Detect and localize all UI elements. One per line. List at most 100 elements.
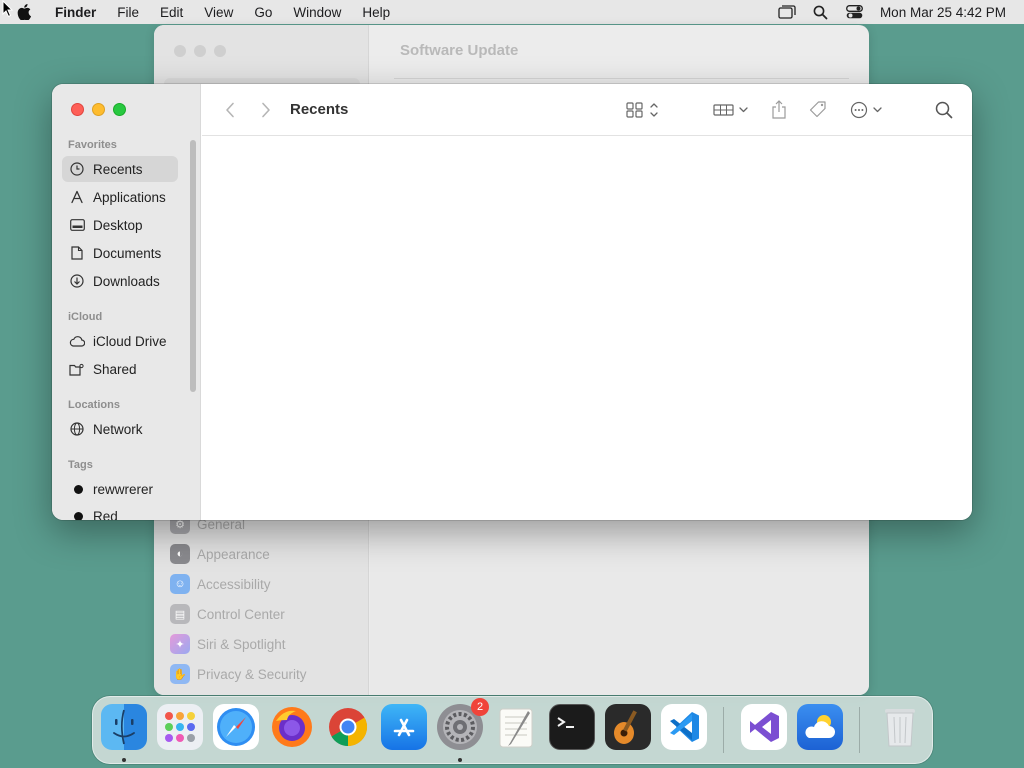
sidebar-item-applications[interactable]: Applications [62,184,178,210]
settings-item-appearance[interactable]: ◐ Appearance [170,539,360,569]
search-icon [935,101,953,119]
window-title: Recents [290,101,349,118]
finder-face-icon [113,709,135,745]
vscode-icon [670,712,699,742]
dock-safari[interactable] [213,704,259,750]
screen-mirroring-icon[interactable] [770,5,804,19]
settings-item-siri-spotlight[interactable]: ✦ Siri & Spotlight [170,629,360,659]
dock-launchpad[interactable] [157,704,203,750]
sidebar-item-icloud-drive[interactable]: iCloud Drive [62,328,178,354]
apple-menu-icon[interactable] [17,4,39,20]
menu-edit[interactable]: Edit [160,5,183,20]
settings-main-pane [370,520,869,695]
dock-chrome[interactable] [325,704,371,750]
sidebar-item-label: Downloads [93,273,160,289]
share-button[interactable] [768,98,790,122]
dock-separator [859,707,860,753]
sidebar-item-label: Desktop [93,217,143,233]
settings-item-label: Appearance [197,546,270,562]
sidebar-item-label: Documents [93,245,162,261]
cloud-icon [69,333,85,349]
settings-divider [394,78,849,79]
running-indicator [458,758,462,762]
sidebar-item-recents[interactable]: Recents [62,156,178,182]
sidebar-item-network[interactable]: Network [62,416,178,442]
appearance-icon: ◐ [170,544,190,564]
dock-textedit[interactable] [493,704,539,750]
sidebar-item-documents[interactable]: Documents [62,240,178,266]
app-menu-finder[interactable]: Finder [55,5,96,20]
close-button[interactable] [71,103,84,116]
section-favorites: Favorites [68,139,117,151]
dock-app-store[interactable] [381,704,427,750]
settings-window-title: Software Update [400,42,519,59]
menu-window[interactable]: Window [293,5,341,20]
control-center-icon[interactable] [838,5,872,19]
sidebar-item-tag-rewwrerer[interactable]: rewwrerer [62,476,178,502]
settings-zoom-button[interactable] [214,45,226,57]
ellipsis-circle-icon [850,101,882,119]
settings-item-label: Control Center [197,606,285,622]
view-mode-button[interactable] [624,98,664,122]
dock-system-settings[interactable]: 2 [437,698,489,750]
sidebar-item-desktop[interactable]: Desktop [62,212,178,238]
accessibility-icon: ☺ [170,574,190,594]
settings-item-accessibility[interactable]: ☺ Accessibility [170,569,360,599]
siri-icon: ✦ [170,634,190,654]
sidebar-item-downloads[interactable]: Downloads [62,268,178,294]
tag-dot-icon [74,511,83,520]
trash-icon [885,709,915,747]
forward-button[interactable] [256,100,276,120]
menu-file[interactable]: File [117,5,139,20]
back-button[interactable] [220,100,240,120]
clock-icon [69,161,85,177]
finder-sidebar: Favorites Recents Applications Desktop D… [52,84,201,520]
settings-close-button[interactable] [174,45,186,57]
spotlight-search-icon[interactable] [804,5,838,20]
dock-trash[interactable] [877,704,923,750]
dock-firefox[interactable] [269,704,315,750]
terminal-prompt-icon [557,717,574,728]
file-content-area[interactable] [202,137,972,520]
dock-weather[interactable] [797,704,843,750]
sidebar-item-label: Recents [93,161,143,177]
sidebar-item-shared[interactable]: Shared [62,356,178,382]
sidebar-scrollbar[interactable] [190,140,196,392]
running-indicator [122,758,126,762]
group-by-button[interactable] [712,98,752,122]
zoom-button[interactable] [113,103,126,116]
dock-visual-studio[interactable] [741,704,787,750]
dock-finder[interactable] [101,704,147,750]
dock-garageband[interactable] [605,704,651,750]
download-icon [69,273,85,289]
sidebar-item-tag-red[interactable]: Red [62,503,178,520]
menu-bar-clock[interactable]: Mon Mar 25 4:42 PM [880,5,1006,20]
group-icon [713,104,748,116]
dock-terminal[interactable] [549,704,595,750]
chrome-icon [329,708,368,747]
sidebar-item-label: iCloud Drive [93,333,167,349]
share-icon [772,100,786,119]
finder-window[interactable]: Favorites Recents Applications Desktop D… [52,84,972,520]
dock-vscode[interactable] [661,704,707,750]
desktop-icon [69,217,85,233]
globe-icon [69,421,85,437]
tag-dot-icon [74,484,83,494]
launchpad-grid-icon [165,712,195,742]
settings-item-control-center[interactable]: ▤ Control Center [170,599,360,629]
tag-button[interactable] [806,98,830,122]
search-button[interactable] [932,98,956,122]
menu-view[interactable]: View [204,5,233,20]
menu-go[interactable]: Go [254,5,272,20]
settings-item-label: Accessibility [197,576,271,592]
sidebar-item-label: Shared [93,361,137,377]
settings-item-privacy-security[interactable]: ✋ Privacy & Security [170,659,360,689]
action-menu-button[interactable] [848,98,888,122]
settings-minimize-button[interactable] [194,45,206,57]
minimize-button[interactable] [92,103,105,116]
finder-traffic-lights [71,103,126,116]
sidebar-item-label: Applications [93,189,166,205]
mouse-cursor-icon [2,0,14,18]
menu-help[interactable]: Help [362,5,390,20]
safari-compass-icon [217,708,255,746]
